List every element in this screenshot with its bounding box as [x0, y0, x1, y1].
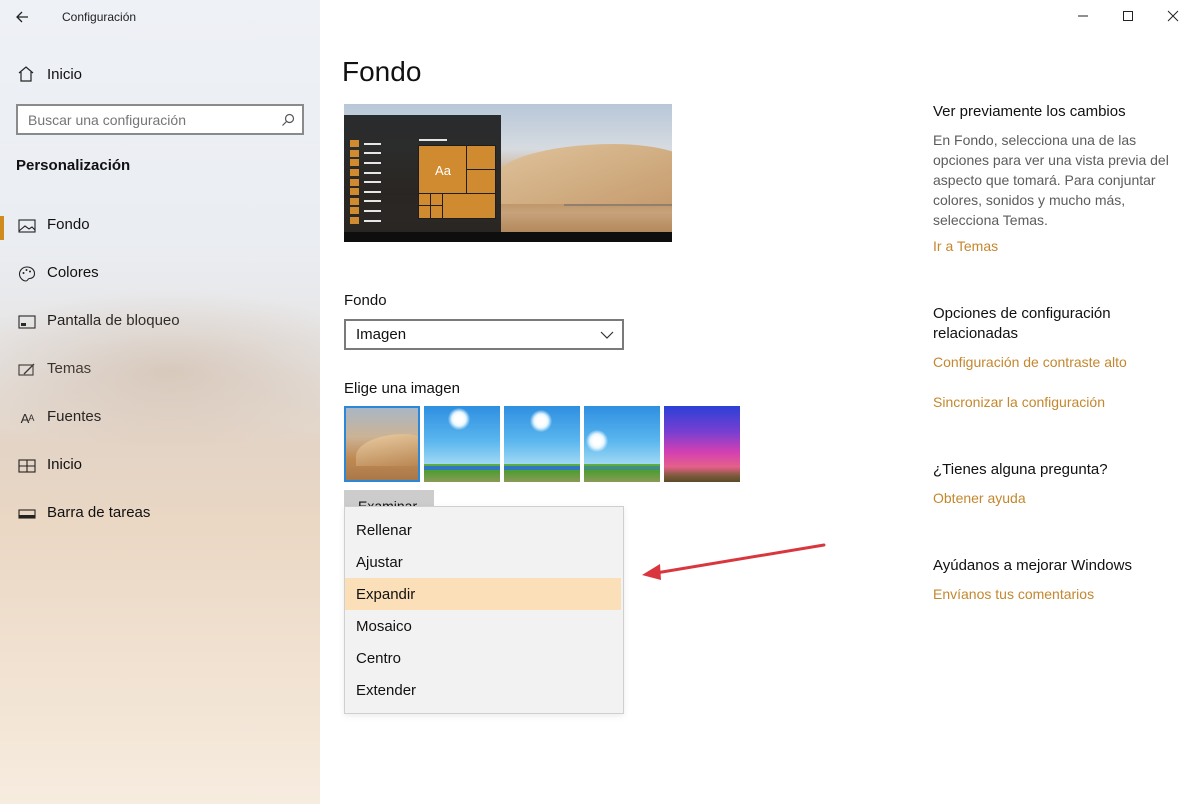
background-type-select[interactable]: Imagen — [344, 319, 624, 350]
preview-tile-large: Aa — [418, 145, 468, 195]
preview-tile — [466, 169, 496, 195]
window-title: Configuración — [62, 10, 137, 24]
search-input[interactable] — [18, 106, 274, 133]
preview-app-row — [350, 177, 381, 187]
fit-option-ajustar[interactable]: Ajustar — [345, 546, 623, 578]
preview-tile — [430, 193, 444, 207]
sidebar-item-colores[interactable]: Colores — [0, 256, 320, 304]
preview-taskbar — [344, 232, 672, 242]
sidebar-item-label: Temas — [47, 360, 92, 377]
preview-tile — [430, 205, 444, 219]
picture-icon — [17, 216, 37, 236]
close-icon — [1167, 10, 1179, 22]
sidebar-item-label: Inicio — [47, 456, 83, 473]
home-icon — [16, 64, 36, 84]
preview-app-row — [350, 158, 381, 168]
preview-start-menu: Aa — [344, 115, 501, 232]
preview-app-row — [350, 187, 381, 197]
fit-option-mosaico[interactable]: Mosaico — [345, 610, 623, 642]
chevron-down-icon — [592, 331, 622, 339]
fit-option-centro[interactable]: Centro — [345, 642, 623, 674]
fit-options-dropdown: Rellenar Ajustar Expandir Mosaico Centro… — [344, 506, 624, 714]
back-arrow-icon — [16, 11, 28, 23]
preview-app-row — [350, 149, 381, 159]
image-thumbnail-sunset[interactable] — [664, 406, 740, 482]
sidebar-item-label: Fondo — [47, 216, 90, 233]
themes-link[interactable]: Ir a Temas — [933, 236, 998, 256]
fit-option-extender[interactable]: Extender — [345, 674, 623, 706]
sidebar-item-pantalla-bloqueo[interactable]: Pantalla de bloqueo — [0, 304, 320, 352]
back-button[interactable] — [12, 6, 36, 28]
image-thumbnail-desert[interactable] — [344, 406, 420, 482]
maximize-button[interactable] — [1105, 0, 1151, 32]
sidebar: Configuración Inicio Personalización Fon… — [0, 0, 320, 804]
sidebar-item-fuentes[interactable]: AA Fuentes — [0, 400, 320, 448]
themes-icon — [17, 360, 37, 380]
improve-heading: Ayúdanos a mejorar Windows — [933, 557, 1132, 574]
sidebar-item-fondo[interactable]: Fondo — [0, 208, 320, 256]
image-thumbnail-sky-2[interactable] — [504, 406, 580, 482]
related-settings-heading: Opciones de configuración relacionadas — [933, 305, 1111, 342]
preview-app-row — [350, 206, 381, 216]
sidebar-item-inicio[interactable]: Inicio — [0, 448, 320, 496]
sidebar-item-barra-tareas[interactable]: Barra de tareas — [0, 496, 320, 544]
sidebar-item-temas[interactable]: Temas — [0, 352, 320, 400]
lock-screen-icon — [17, 312, 37, 332]
sidebar-item-label: Pantalla de bloqueo — [47, 312, 180, 329]
preview-tiles-header — [419, 139, 447, 141]
sidebar-item-label: Inicio — [47, 65, 83, 83]
preview-tiles: Aa — [418, 145, 496, 230]
image-thumbnail-sky-1[interactable] — [424, 406, 500, 482]
sync-settings-link[interactable]: Sincronizar la configuración — [933, 392, 1105, 412]
feedback-link[interactable]: Envíanos tus comentarios — [933, 584, 1094, 604]
preview-tile — [442, 193, 496, 219]
preview-app-row — [350, 168, 381, 178]
preview-app-row — [350, 216, 381, 226]
section-title: Personalización — [16, 157, 131, 174]
palette-icon — [17, 264, 37, 284]
preview-tile — [466, 145, 496, 171]
annotation-arrow-icon — [642, 543, 826, 580]
preview-app-list — [350, 139, 381, 225]
close-button[interactable] — [1150, 0, 1196, 32]
minimize-icon — [1078, 15, 1088, 17]
preview-tile — [418, 193, 432, 207]
preview-tile — [418, 205, 432, 219]
preview-app-row — [350, 197, 381, 207]
high-contrast-link[interactable]: Configuración de contraste alto — [933, 352, 1127, 372]
sidebar-item-label: Colores — [47, 264, 99, 281]
search-icon[interactable] — [274, 113, 302, 127]
preview-heading: Ver previamente los cambios — [933, 103, 1126, 120]
image-thumbnail-sky-3[interactable] — [584, 406, 660, 482]
fonts-icon: AA — [20, 410, 35, 426]
search-box[interactable] — [16, 104, 304, 135]
preview-description: En Fondo, selecciona una de las opciones… — [933, 132, 1169, 228]
start-icon — [17, 456, 37, 476]
title-bar: Configuración — [0, 0, 320, 34]
sidebar-item-label: Fuentes — [47, 408, 102, 425]
minimize-button[interactable] — [1060, 0, 1106, 32]
page-title: Fondo — [342, 56, 422, 87]
fit-option-rellenar[interactable]: Rellenar — [345, 514, 623, 546]
taskbar-icon — [17, 504, 37, 524]
preview-app-row — [350, 139, 381, 149]
sidebar-item-home[interactable]: Inicio — [16, 62, 306, 86]
get-help-link[interactable]: Obtener ayuda — [933, 488, 1026, 508]
sidebar-item-label: Barra de tareas — [47, 504, 151, 521]
choose-image-label: Elige una imagen — [344, 380, 460, 397]
question-heading: ¿Tienes alguna pregunta? — [933, 461, 1108, 478]
background-type-value: Imagen — [356, 326, 407, 343]
background-preview: Aa — [344, 104, 672, 242]
sidebar-nav: Fondo Colores Pantalla de bloqueo Temas … — [0, 208, 320, 544]
maximize-icon — [1123, 11, 1133, 21]
fit-option-expandir[interactable]: Expandir — [345, 578, 621, 610]
background-type-label: Fondo — [344, 292, 387, 309]
